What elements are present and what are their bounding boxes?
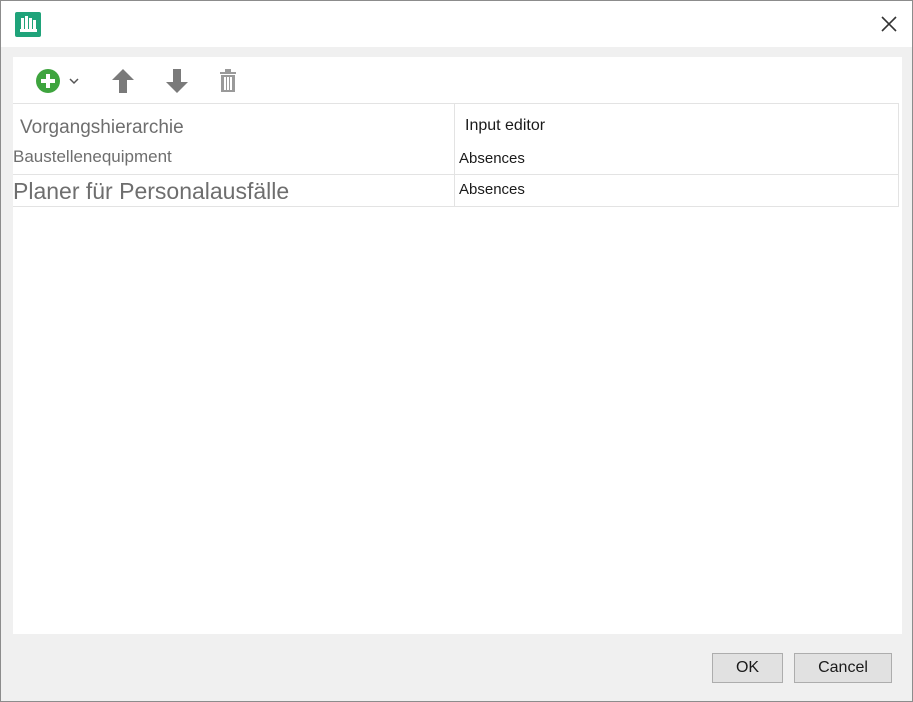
column-divider-right: [898, 103, 899, 143]
arrow-down-icon: [166, 69, 188, 93]
column-divider: [454, 175, 455, 206]
column-divider-right: [898, 143, 899, 174]
dialog-window: Vorgangshierarchie Input editor Baustell…: [0, 0, 913, 702]
grid-header: Vorgangshierarchie Input editor: [13, 103, 899, 144]
cancel-button[interactable]: Cancel: [794, 653, 892, 683]
row-editor[interactable]: Absences: [459, 150, 525, 167]
app-logo-icon: [15, 12, 41, 37]
ok-button[interactable]: OK: [712, 653, 783, 683]
delete-button[interactable]: [217, 67, 239, 95]
chevron-down-icon: [69, 78, 79, 85]
row-name: Planer für Personalausfälle: [13, 178, 290, 204]
column-header-input-editor[interactable]: Input editor: [465, 117, 545, 135]
arrow-up-icon: [112, 69, 134, 93]
close-icon: [881, 16, 897, 32]
add-button[interactable]: [31, 67, 83, 95]
trash-icon: [220, 69, 236, 92]
plus-circle-icon: [36, 69, 60, 93]
table-row[interactable]: Planer für Personalausfälle Absences: [13, 175, 899, 207]
row-editor[interactable]: Absences: [459, 181, 525, 198]
table-row[interactable]: Baustellenequipment Absences: [13, 143, 899, 175]
column-divider: [454, 103, 455, 143]
title-bar: [1, 1, 912, 47]
column-header-vorgangshierarchie[interactable]: Vorgangshierarchie: [20, 117, 184, 139]
column-divider: [454, 143, 455, 174]
column-divider-right: [898, 175, 899, 206]
toolbar: [13, 57, 902, 103]
close-button[interactable]: [876, 11, 902, 37]
move-down-button[interactable]: [163, 67, 191, 95]
move-up-button[interactable]: [109, 67, 137, 95]
row-name: Baustellenequipment: [13, 147, 172, 166]
content-panel: Vorgangshierarchie Input editor Baustell…: [13, 57, 902, 634]
